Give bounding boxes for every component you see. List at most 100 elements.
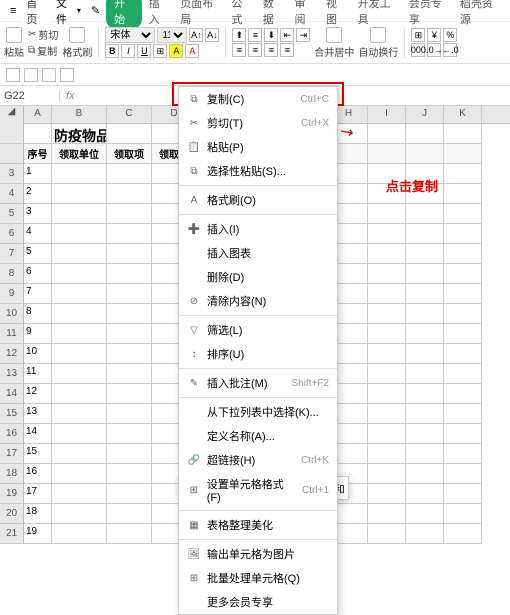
- cell[interactable]: [52, 344, 107, 364]
- cell[interactable]: [444, 444, 482, 464]
- quick-icon[interactable]: ✎: [87, 3, 104, 18]
- context-menu-item[interactable]: ⧉选择性粘贴(S)...: [179, 159, 337, 183]
- app-menu-icon[interactable]: ≡: [6, 4, 20, 18]
- tab-home[interactable]: 首页: [22, 0, 50, 28]
- cell[interactable]: [444, 284, 482, 304]
- cell[interactable]: [444, 144, 482, 164]
- cell[interactable]: [368, 504, 406, 524]
- row-header[interactable]: 17: [0, 444, 24, 464]
- qt-undo-icon[interactable]: [24, 68, 38, 82]
- cell[interactable]: [406, 524, 444, 544]
- row-header[interactable]: 7: [0, 244, 24, 264]
- cell[interactable]: [368, 484, 406, 504]
- cell[interactable]: [444, 384, 482, 404]
- cell[interactable]: [406, 404, 444, 424]
- row-header[interactable]: 9: [0, 284, 24, 304]
- cell[interactable]: [107, 264, 152, 284]
- cell[interactable]: 6: [24, 264, 52, 284]
- currency-icon[interactable]: ¥: [427, 28, 441, 42]
- italic-icon[interactable]: I: [121, 44, 135, 58]
- cell[interactable]: [368, 404, 406, 424]
- context-menu-item[interactable]: 插入图表: [179, 241, 337, 265]
- cell[interactable]: [107, 384, 152, 404]
- comma-icon[interactable]: 000: [411, 43, 425, 57]
- cell[interactable]: 5: [24, 244, 52, 264]
- tab-review[interactable]: 审阅: [289, 0, 319, 29]
- col-header[interactable]: J: [406, 106, 444, 123]
- cell[interactable]: [444, 244, 482, 264]
- context-menu-item[interactable]: 📋粘贴(P): [179, 135, 337, 159]
- cell[interactable]: [107, 444, 152, 464]
- cell[interactable]: [52, 524, 107, 544]
- cell[interactable]: [107, 124, 152, 144]
- cell[interactable]: [107, 424, 152, 444]
- cell[interactable]: [52, 324, 107, 344]
- cell[interactable]: [444, 464, 482, 484]
- col-header[interactable]: C: [107, 106, 152, 123]
- context-menu-item[interactable]: ↕排序(U): [179, 342, 337, 366]
- cell[interactable]: 12: [24, 384, 52, 404]
- merge-button[interactable]: 合并居中: [314, 27, 354, 59]
- cell[interactable]: 19: [24, 524, 52, 544]
- cell[interactable]: [107, 404, 152, 424]
- cell[interactable]: [406, 464, 444, 484]
- format-painter-button[interactable]: 格式刷: [62, 27, 92, 59]
- cell[interactable]: [406, 264, 444, 284]
- row-header[interactable]: 4: [0, 184, 24, 204]
- cell[interactable]: [368, 204, 406, 224]
- font-size-select[interactable]: 11: [157, 27, 187, 43]
- cell[interactable]: [444, 424, 482, 444]
- cell[interactable]: [107, 304, 152, 324]
- cell[interactable]: 14: [24, 424, 52, 444]
- cell[interactable]: [52, 244, 107, 264]
- context-menu-item[interactable]: 🖼输出单元格为图片: [179, 542, 337, 566]
- cell[interactable]: 9: [24, 324, 52, 344]
- cell[interactable]: [107, 484, 152, 504]
- cell[interactable]: [444, 404, 482, 424]
- context-menu-item[interactable]: ⊞批量处理单元格(Q): [179, 566, 337, 590]
- cell[interactable]: [368, 524, 406, 544]
- copy-button[interactable]: ⧉复制: [28, 43, 58, 58]
- tab-vip[interactable]: 会员专享: [404, 0, 453, 29]
- cell[interactable]: [368, 464, 406, 484]
- row-header[interactable]: 18: [0, 464, 24, 484]
- cell[interactable]: [368, 144, 406, 164]
- row-header[interactable]: 14: [0, 384, 24, 404]
- cell[interactable]: [52, 424, 107, 444]
- cell[interactable]: [107, 164, 152, 184]
- cell[interactable]: [368, 364, 406, 384]
- row-header[interactable]: 11: [0, 324, 24, 344]
- cell[interactable]: [52, 204, 107, 224]
- context-menu-item[interactable]: A格式刷(O): [179, 188, 337, 212]
- increase-font-icon[interactable]: A↑: [189, 28, 203, 42]
- cell[interactable]: [444, 364, 482, 384]
- context-menu-item[interactable]: 🔗超链接(H)Ctrl+K: [179, 448, 337, 472]
- underline-icon[interactable]: U: [137, 44, 151, 58]
- format-icon[interactable]: ⊞: [411, 28, 425, 42]
- bold-icon[interactable]: B: [105, 44, 119, 58]
- tab-data[interactable]: 数据: [258, 0, 288, 29]
- col-header[interactable]: K: [444, 106, 482, 123]
- cell[interactable]: [368, 304, 406, 324]
- fx-icon[interactable]: fx: [60, 90, 81, 102]
- paste-button[interactable]: 粘贴: [4, 27, 24, 59]
- context-menu-item[interactable]: ✎插入批注(M)Shift+F2: [179, 371, 337, 395]
- name-box[interactable]: G22: [0, 90, 60, 102]
- row-header[interactable]: 10: [0, 304, 24, 324]
- cell[interactable]: 领取项: [107, 144, 152, 164]
- cell[interactable]: [52, 224, 107, 244]
- align-right-icon[interactable]: ≡: [264, 43, 278, 57]
- row-header[interactable]: 13: [0, 364, 24, 384]
- cell[interactable]: 序号: [24, 144, 52, 164]
- cell[interactable]: [406, 284, 444, 304]
- cell[interactable]: 8: [24, 304, 52, 324]
- cell[interactable]: [107, 464, 152, 484]
- align-center-icon[interactable]: ≡: [248, 43, 262, 57]
- align-top-icon[interactable]: ⬆: [232, 28, 246, 42]
- cell[interactable]: [444, 204, 482, 224]
- cell[interactable]: [107, 524, 152, 544]
- row-header[interactable]: 19: [0, 484, 24, 504]
- cell[interactable]: [444, 344, 482, 364]
- cell[interactable]: [107, 504, 152, 524]
- tab-view[interactable]: 视图: [321, 0, 351, 29]
